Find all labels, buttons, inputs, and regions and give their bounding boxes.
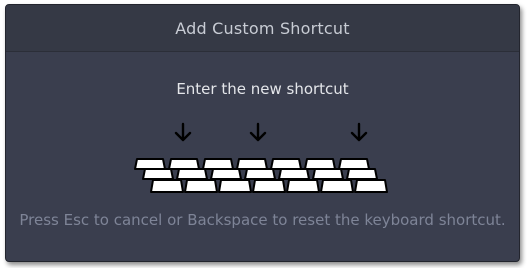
keyboard-key: [149, 179, 184, 193]
keyboard-key: [183, 179, 218, 193]
keyboard-key: [167, 158, 200, 170]
keyboard-icon: [133, 122, 388, 193]
arrow-down-icon: [174, 122, 191, 142]
keyboard-key: [201, 158, 234, 170]
shortcut-prompt: Enter the new shortcut: [176, 80, 349, 98]
dialog-titlebar: Add Custom Shortcut: [6, 5, 519, 52]
keyboard-key: [235, 158, 268, 170]
shortcut-hint: Press Esc to cancel or Backspace to rese…: [19, 211, 506, 229]
keyboard-key: [337, 158, 370, 170]
dialog-title: Add Custom Shortcut: [175, 18, 350, 38]
keyboard-key: [277, 168, 310, 180]
keyboard-key: [217, 179, 252, 193]
keyboard-key: [285, 179, 320, 193]
keyboard-key: [209, 168, 242, 180]
keyboard-key: [133, 158, 166, 170]
keyboard-key: [345, 168, 378, 180]
keyboard-key: [303, 158, 336, 170]
arrow-down-icon: [350, 122, 367, 142]
keyboard-key: [319, 179, 354, 193]
keyboard-key: [353, 179, 388, 193]
keyboard-illustration: [6, 122, 519, 196]
arrow-down-icon: [249, 122, 266, 142]
keyboard-key: [175, 168, 208, 180]
keyboard-key: [269, 158, 302, 170]
keyboard-key: [141, 168, 174, 180]
keyboard-key: [243, 168, 276, 180]
keyboard-key: [311, 168, 344, 180]
add-custom-shortcut-dialog: Add Custom Shortcut Enter the new shortc…: [5, 4, 520, 262]
keyboard-key: [251, 179, 286, 193]
